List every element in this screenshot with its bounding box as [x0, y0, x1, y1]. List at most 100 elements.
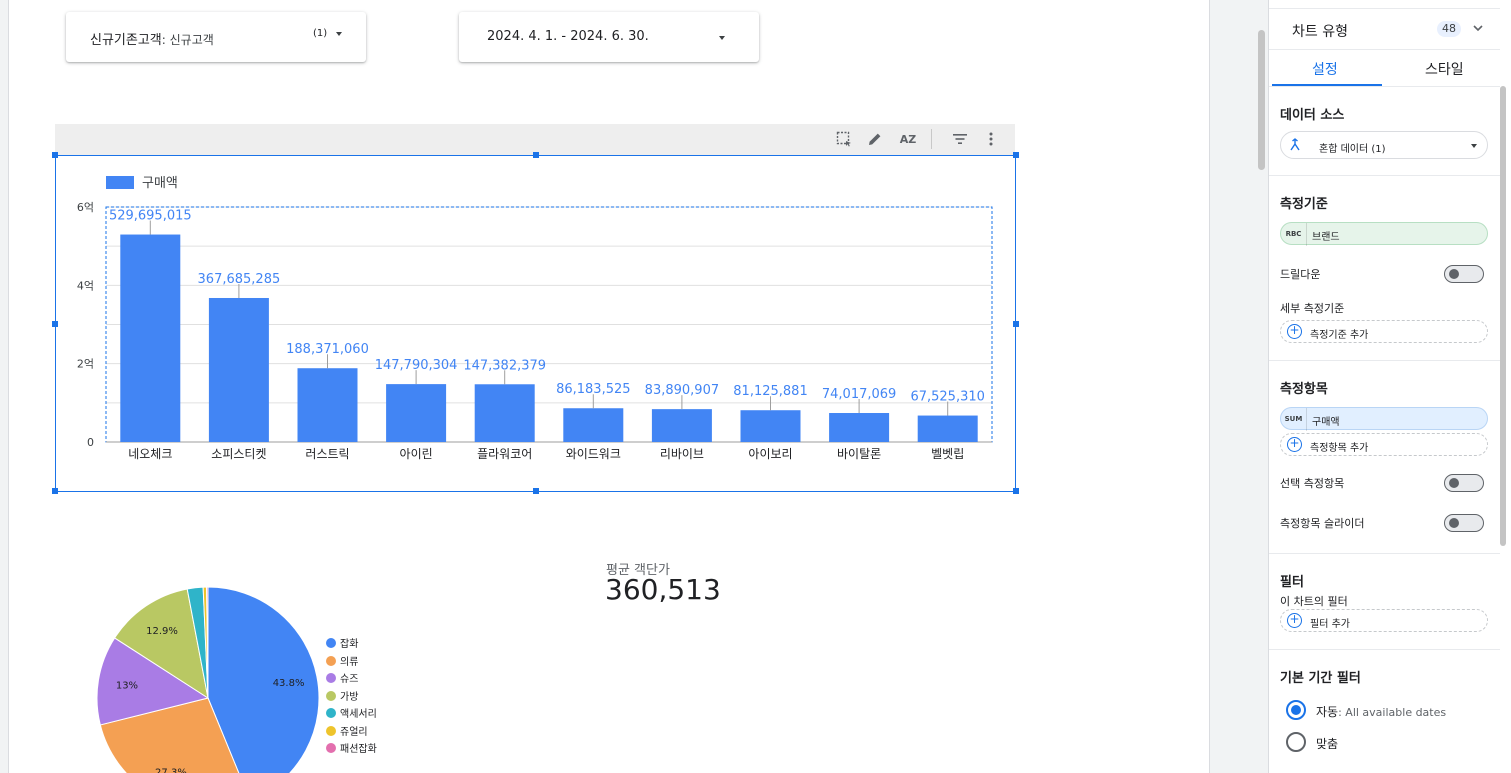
toolbar-divider	[931, 129, 932, 149]
chevron-down-icon[interactable]	[1472, 22, 1484, 37]
add-circle-icon: +	[1287, 613, 1302, 628]
resize-handle[interactable]	[52, 152, 58, 158]
panel-divider	[1269, 49, 1500, 50]
panel-divider	[1269, 649, 1500, 650]
filter-control-customer-type[interactable]: 신규기존고객: 신규고객 (1)	[66, 12, 366, 62]
data-label: 367,685,285	[198, 272, 281, 287]
legend-label: 잡화	[340, 639, 359, 650]
x-tick-label: 벨벳립	[931, 447, 964, 461]
metric-slider-label: 측정항목 슬라이더	[1280, 517, 1365, 530]
legend-dot	[326, 690, 336, 701]
optional-metrics-label: 선택 측정항목	[1280, 477, 1345, 490]
dimension-chip-brand[interactable]: RBC 브랜드	[1280, 222, 1488, 246]
data-label: 83,890,907	[645, 383, 719, 398]
select-area-icon[interactable]	[835, 131, 853, 149]
tab-setup[interactable]: 설정	[1312, 59, 1338, 79]
resize-handle[interactable]	[52, 488, 58, 494]
legend-dot	[326, 655, 336, 666]
x-tick-label: 와이드워크	[566, 447, 621, 461]
filter-control-value: : 신규고객	[161, 33, 214, 47]
panel-divider	[1269, 553, 1500, 554]
bar[interactable]	[474, 384, 535, 442]
legend-label: 액세서리	[340, 709, 377, 720]
bar[interactable]	[651, 409, 712, 442]
filter-icon[interactable]	[951, 131, 969, 149]
resize-handle[interactable]	[1013, 321, 1019, 327]
toggle-knob	[1449, 269, 1459, 279]
legend-dot	[326, 743, 336, 753]
dropdown-arrow-icon[interactable]	[336, 32, 342, 36]
add-dimension-button[interactable]: + 측정기준 추가	[1280, 320, 1488, 343]
dropdown-arrow-icon[interactable]	[719, 36, 725, 40]
chip-type-tag: SUM	[1281, 408, 1307, 431]
bar[interactable]	[386, 384, 447, 442]
drilldown-label: 드릴다운	[1280, 268, 1321, 281]
legend-label: 의류	[340, 656, 359, 668]
bar[interactable]	[297, 368, 358, 442]
more-vert-icon[interactable]	[982, 131, 1000, 149]
x-tick-label: 리바이브	[660, 447, 704, 461]
dimension-chip-label: 브랜드	[1312, 232, 1340, 243]
bar-chart-component[interactable]: 구매액 0 2억 4억 6억 529,695,015 네오체크 367,685,285 소피스티…	[55, 155, 1016, 492]
panel-scrollbar[interactable]	[1500, 86, 1506, 546]
metric-slider-toggle[interactable]	[1444, 514, 1484, 532]
data-source-select[interactable]: 혼합 데이터 (1)	[1280, 131, 1488, 159]
y-tick-label: 0	[87, 436, 94, 449]
panel-divider	[1269, 175, 1500, 176]
x-tick-label: 아이린	[400, 447, 433, 461]
y-tick-label: 2억	[77, 358, 94, 371]
data-label: 67,525,310	[910, 390, 984, 405]
x-tick-label: 아이보리	[748, 447, 792, 461]
pie-legend-item: 패션잡화	[326, 743, 377, 757]
legend-swatch	[106, 176, 134, 189]
data-source-title: 데이터 소스	[1280, 108, 1345, 123]
legend-label: 구매액	[142, 176, 178, 191]
chip-type-tag: RBC	[1281, 223, 1307, 246]
drilldown-toggle[interactable]	[1444, 265, 1484, 283]
edit-icon[interactable]	[866, 131, 884, 149]
legend-dot	[326, 673, 336, 683]
sort-az-icon[interactable]: AZ	[897, 131, 919, 149]
pie-legend-item: 잡화	[326, 638, 358, 652]
resize-handle[interactable]	[1013, 152, 1019, 158]
add-metric-button[interactable]: + 측정항목 추가	[1280, 433, 1488, 456]
date-range-control[interactable]: 2024. 4. 1. - 2024. 6. 30.	[459, 12, 759, 62]
date-auto-label: 자동: All available dates	[1316, 705, 1447, 719]
legend-label: 쥬얼리	[340, 726, 368, 738]
x-tick-label: 네오체크	[128, 447, 172, 461]
legend-label: 가방	[340, 691, 359, 703]
bar[interactable]	[120, 234, 181, 442]
add-circle-icon: +	[1287, 437, 1302, 452]
add-circle-icon: +	[1287, 324, 1302, 339]
resize-handle[interactable]	[52, 321, 58, 327]
chart-filter-label: 이 차트의 필터	[1280, 595, 1348, 608]
metric-chip-purchase-amount[interactable]: SUM 구매액	[1280, 407, 1488, 431]
date-custom-radio[interactable]	[1286, 732, 1306, 752]
legend-label: 패션잡화	[340, 744, 377, 755]
date-filter-title: 기본 기간 필터	[1280, 671, 1361, 686]
bar[interactable]	[740, 410, 801, 442]
bar[interactable]	[563, 408, 624, 442]
date-range-label: 2024. 4. 1. - 2024. 6. 30.	[487, 29, 649, 44]
bar[interactable]	[208, 297, 269, 442]
resize-handle[interactable]	[1013, 488, 1019, 494]
panel-divider	[1269, 360, 1500, 361]
dropdown-arrow-icon[interactable]	[1471, 144, 1477, 148]
metric-chip-label: 구매액	[1312, 417, 1340, 428]
pie-slice-label: 13%	[116, 681, 138, 692]
resize-handle[interactable]	[533, 488, 539, 494]
toggle-knob	[1449, 518, 1459, 528]
data-label: 188,371,060	[286, 342, 369, 357]
bar[interactable]	[829, 413, 890, 442]
add-filter-button[interactable]: + 필터 추가	[1280, 609, 1488, 632]
legend-label: 슈즈	[340, 674, 359, 685]
tab-style[interactable]: 스타일	[1425, 59, 1464, 79]
date-auto-radio[interactable]	[1286, 700, 1306, 720]
pie-legend-item: 의류	[326, 655, 359, 670]
canvas-scrollbar[interactable]	[1258, 30, 1265, 170]
resize-handle[interactable]	[533, 152, 539, 158]
chart-type-label[interactable]: 차트 유형	[1292, 21, 1348, 41]
bar[interactable]	[917, 415, 978, 442]
pie-chart-svg[interactable]: 43.8% 27.3% 13% 12.9%	[90, 580, 326, 773]
optional-metrics-toggle[interactable]	[1444, 474, 1484, 492]
